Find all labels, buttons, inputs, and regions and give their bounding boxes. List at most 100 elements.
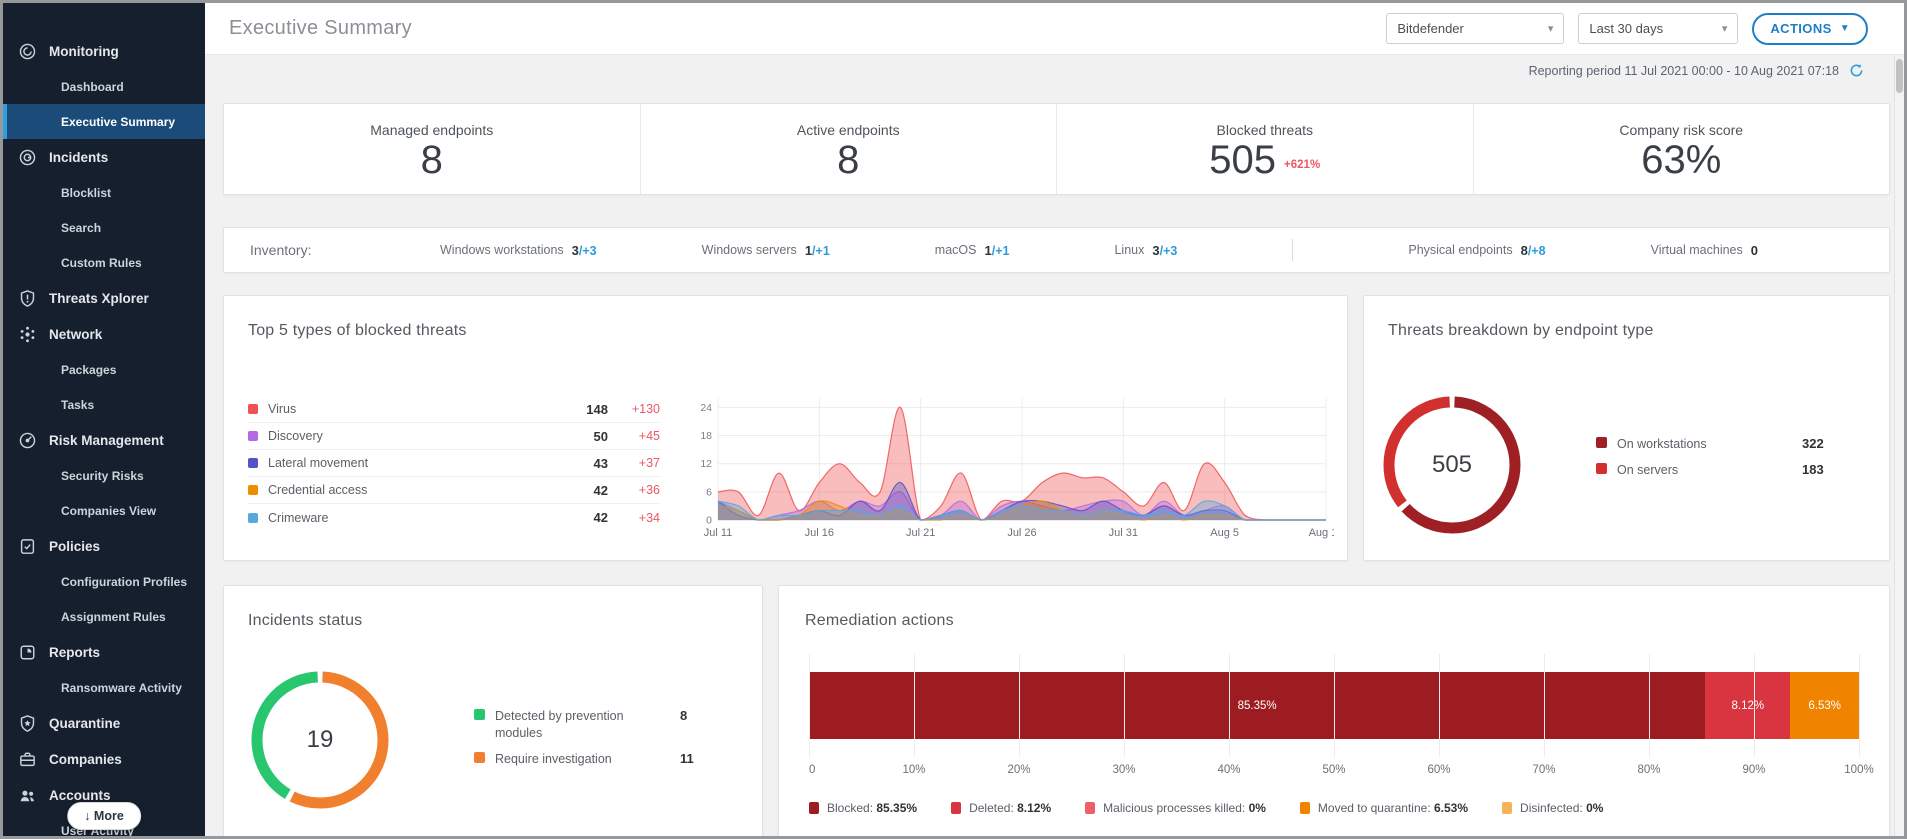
sidebar-item-incidents[interactable]: Incidents	[3, 139, 205, 175]
sidebar-item-assignment-rules[interactable]: Assignment Rules	[3, 599, 205, 634]
sidebar-item-search[interactable]: Search	[3, 210, 205, 245]
sidebar-item-executive-summary[interactable]: Executive Summary	[3, 104, 205, 139]
gridline	[809, 654, 810, 757]
page-title: Executive Summary	[229, 17, 412, 40]
legend-value: 0%	[1586, 801, 1603, 815]
risk-management-icon	[17, 430, 37, 450]
accounts-icon	[17, 785, 37, 805]
threat-row-crimeware: Crimeware42+34	[248, 504, 660, 531]
svg-text:Jul 11: Jul 11	[704, 527, 733, 539]
bar-segment-deleted: 8.12%	[1705, 672, 1790, 739]
threat-row-discovery: Discovery50+45	[248, 423, 660, 450]
legend-item-malicious-processes-killed: Malicious processes killed: 0%	[1085, 801, 1266, 815]
sidebar-item-blocklist[interactable]: Blocklist	[3, 175, 205, 210]
series-swatch	[248, 431, 258, 441]
scrollbar-thumb[interactable]	[1896, 59, 1903, 93]
threat-label: Crimeware	[268, 511, 566, 525]
gridline	[1859, 654, 1860, 757]
sidebar-item-configuration-profiles[interactable]: Configuration Profiles	[3, 564, 205, 599]
bar-segment-blocked: 85.35%	[809, 672, 1705, 739]
svg-text:24: 24	[700, 402, 712, 414]
sidebar-item-label: Quarantine	[49, 716, 120, 731]
sidebar-item-companies-view[interactable]: Companies View	[3, 493, 205, 528]
sidebar-item-monitoring[interactable]: Monitoring	[3, 33, 205, 69]
top-threats-card: Top 5 types of blocked threats Virus148+…	[223, 295, 1348, 561]
legend-item-require-investigation: Require investigation 11	[474, 751, 694, 768]
scrollbar[interactable]	[1894, 55, 1904, 836]
svg-text:Jul 16: Jul 16	[805, 527, 834, 539]
sidebar-item-packages[interactable]: Packages	[3, 352, 205, 387]
svg-text:Jul 21: Jul 21	[906, 527, 935, 539]
threat-count: 50	[566, 429, 608, 444]
refresh-icon[interactable]	[1849, 63, 1864, 78]
legend-label: Malicious processes killed:	[1103, 801, 1245, 815]
legend-item-on-servers: On servers183	[1596, 462, 1824, 479]
legend-swatch	[809, 802, 819, 814]
inventory-virtual-machines: Virtual machines0	[1651, 243, 1758, 258]
reports-icon	[17, 642, 37, 662]
kpi-label: Managed endpoints	[370, 122, 493, 138]
axis-tick: 60%	[1427, 764, 1450, 776]
arrow-down-icon: ↓	[84, 809, 90, 823]
chevron-down-icon: ▾	[1722, 22, 1728, 35]
gridline	[1334, 654, 1335, 757]
sidebar-item-ransomware-activity[interactable]: Ransomware Activity	[3, 670, 205, 705]
legend-swatch	[1596, 463, 1607, 474]
kpi-delta: +621%	[1284, 159, 1320, 171]
sidebar-item-label: Accounts	[49, 788, 111, 803]
threat-count: 148	[566, 402, 608, 417]
more-button[interactable]: ↓ More	[67, 802, 141, 830]
legend-item-moved-to-quarantine: Moved to quarantine: 6.53%	[1300, 801, 1468, 815]
inventory-card: Inventory: Windows workstations3/+3Windo…	[223, 227, 1890, 273]
legend-value: 6.53%	[1434, 801, 1468, 815]
sidebar-item-policies[interactable]: Policies	[3, 528, 205, 564]
period-select[interactable]: Last 30 days ▾	[1578, 13, 1738, 44]
legend-item-detected-by-prevention-modules: Detected by prevention modules8	[474, 708, 694, 742]
threats-breakdown-card: Threats breakdown by endpoint type 505 O…	[1363, 295, 1890, 561]
card-title: Incidents status	[248, 612, 362, 630]
gridline	[1754, 654, 1755, 757]
company-select[interactable]: Bitdefender ▾	[1386, 13, 1564, 44]
gravityzone-app: MonitoringDashboardExecutive SummaryInci…	[0, 0, 1907, 839]
sidebar-item-risk-management[interactable]: Risk Management	[3, 422, 205, 458]
card-title: Remediation actions	[805, 612, 954, 630]
series-swatch	[248, 513, 258, 523]
sidebar-item-companies[interactable]: Companies	[3, 741, 205, 777]
inventory-windows-servers: Windows servers1/+1	[702, 243, 830, 258]
kpi-company-risk-score: Company risk score63%	[1474, 104, 1890, 194]
gridline	[1229, 654, 1230, 757]
sidebar: MonitoringDashboardExecutive Summary Inci…	[3, 3, 205, 836]
threat-count: 43	[566, 456, 608, 471]
sidebar-item-network[interactable]: Network	[3, 316, 205, 352]
sidebar-item-label: Risk Management	[49, 433, 164, 448]
legend-value: 8.12%	[1017, 801, 1051, 815]
sidebar-item-label: Incidents	[49, 150, 108, 165]
axis-tick: 30%	[1112, 764, 1135, 776]
sidebar-item-threats-xplorer[interactable]: Threats Xplorer	[3, 280, 205, 316]
legend-label: Require investigation	[495, 751, 650, 768]
divider	[1292, 239, 1293, 261]
legend-swatch	[1300, 802, 1310, 814]
sidebar-item-custom-rules[interactable]: Custom Rules	[3, 245, 205, 280]
legend-value: 85.35%	[876, 801, 917, 815]
legend-label: Deleted:	[969, 801, 1014, 815]
actions-button[interactable]: ACTIONS ▼	[1752, 13, 1868, 45]
sidebar-item-quarantine[interactable]: Quarantine	[3, 705, 205, 741]
threats-breakdown-donut: 505	[1378, 391, 1526, 539]
sidebar-item-tasks[interactable]: Tasks	[3, 387, 205, 422]
top-bar: Executive Summary Bitdefender ▾ Last 30 …	[205, 3, 1904, 55]
gridline	[1019, 654, 1020, 757]
kpi-label: Active endpoints	[797, 122, 900, 138]
sidebar-item-security-risks[interactable]: Security Risks	[3, 458, 205, 493]
breakdown-legend: On workstations322On servers183	[1596, 436, 1824, 479]
sidebar-item-reports[interactable]: Reports	[3, 634, 205, 670]
legend-value: 11	[680, 751, 694, 766]
axis-tick: 0	[809, 764, 815, 776]
sidebar-item-dashboard[interactable]: Dashboard	[3, 69, 205, 104]
threat-delta: +37	[608, 456, 660, 470]
inventory-linux: Linux3/+3	[1114, 243, 1177, 258]
threat-delta: +36	[608, 483, 660, 497]
inventory-windows-workstations: Windows workstations3/+3	[440, 243, 597, 258]
company-select-value: Bitdefender	[1397, 21, 1464, 36]
kpi-value: 505	[1209, 140, 1276, 180]
